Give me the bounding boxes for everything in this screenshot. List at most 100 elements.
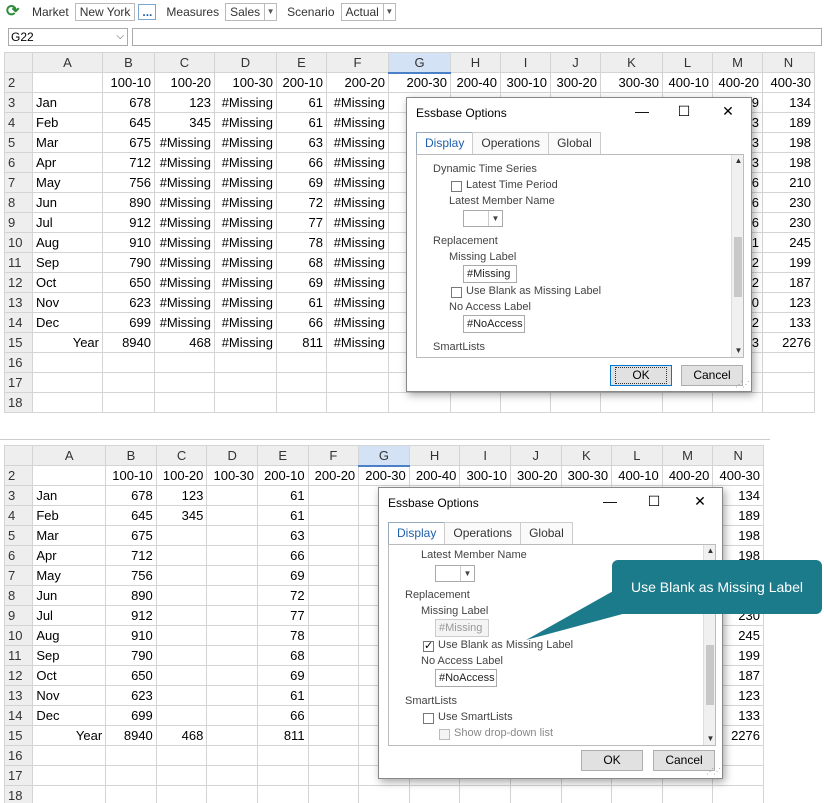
grid-cell[interactable] [276, 352, 327, 373]
grid-cell[interactable]: #Missing [154, 312, 215, 333]
grid-cell[interactable]: 61 [256, 685, 309, 706]
grid-cell[interactable]: #Missing [154, 252, 215, 273]
column-header-d[interactable]: D [206, 445, 258, 466]
refresh-icon[interactable]: ⟳ [6, 4, 22, 20]
grid-cell[interactable] [32, 465, 107, 486]
grid-cell[interactable]: 811 [256, 725, 309, 746]
grid-cell[interactable] [712, 785, 764, 803]
column-header-l[interactable]: L [662, 52, 713, 73]
row-header[interactable]: 6 [3, 545, 34, 566]
row-header[interactable]: 8 [4, 192, 33, 213]
grid-cell[interactable]: #Missing [154, 272, 215, 293]
tab-global[interactable]: Global [520, 522, 573, 544]
grid-cell[interactable]: 134 [762, 92, 815, 113]
grid-cell[interactable]: 756 [105, 565, 157, 586]
column-header-j[interactable]: J [509, 445, 562, 466]
grid-cell[interactable] [155, 765, 208, 786]
grid-cell[interactable]: 300-30 [560, 465, 613, 486]
tab-operations[interactable]: Operations [444, 522, 522, 544]
grid-cell[interactable]: 78 [276, 232, 327, 253]
grid-cell[interactable]: 66 [256, 545, 309, 566]
row-header[interactable]: 5 [3, 525, 34, 546]
grid-cell[interactable]: 645 [105, 505, 157, 526]
grid-cell[interactable] [32, 745, 107, 766]
grid-cell[interactable] [326, 352, 389, 373]
grid-cell[interactable] [326, 392, 389, 413]
grid-cell[interactable] [600, 392, 663, 413]
grid-cell[interactable]: 69 [276, 172, 327, 193]
grid-cell[interactable]: Mar [32, 525, 107, 546]
row-header[interactable]: 6 [4, 152, 33, 173]
grid-cell[interactable]: 61 [256, 485, 309, 506]
grid-cell[interactable] [155, 785, 208, 803]
grid-cell[interactable] [712, 392, 763, 413]
cancel-button[interactable]: Cancel [681, 365, 743, 386]
grid-cell[interactable] [307, 765, 360, 786]
grid-cell[interactable] [459, 785, 511, 803]
grid-cell[interactable]: 200-20 [326, 72, 389, 93]
grid-cell[interactable]: 910 [105, 625, 157, 646]
grid-cell[interactable] [102, 372, 155, 393]
column-header-h[interactable]: H [408, 445, 461, 466]
grid-cell[interactable] [105, 745, 157, 766]
column-header-m[interactable]: M [661, 445, 714, 466]
column-header-h[interactable]: H [450, 52, 501, 73]
grid-cell[interactable]: 890 [102, 192, 155, 213]
row-header[interactable]: 13 [3, 685, 34, 706]
grid-cell[interactable]: #Missing [214, 92, 277, 113]
column-header-l[interactable]: L [611, 445, 663, 466]
grid-cell[interactable]: #Missing [154, 172, 215, 193]
grid-cell[interactable] [307, 625, 360, 646]
grid-cell[interactable]: 68 [276, 252, 327, 273]
grid-cell[interactable]: 123 [155, 485, 208, 506]
corner-cell[interactable] [3, 445, 34, 466]
scroll-up-icon[interactable]: ▲ [704, 545, 715, 557]
grid-cell[interactable] [326, 372, 389, 393]
grid-cell[interactable]: 678 [102, 92, 155, 113]
grid-cell[interactable] [155, 645, 208, 666]
grid-cell[interactable] [256, 785, 309, 803]
latest-member-name-dropdown[interactable]: ▼ [435, 565, 475, 582]
grid-cell[interactable]: 675 [105, 525, 157, 546]
tab-display[interactable]: Display [388, 522, 446, 545]
grid-cell[interactable]: 675 [102, 132, 155, 153]
maximize-icon[interactable]: ☐ [645, 493, 663, 510]
row-header[interactable]: 12 [4, 272, 33, 293]
grid-cell[interactable]: 210 [762, 172, 815, 193]
missing-label-input[interactable]: #Missing [463, 265, 517, 283]
grid-cell[interactable]: 100-30 [206, 465, 258, 486]
grid-cell[interactable] [206, 785, 258, 803]
member-selector-button[interactable]: ... [138, 4, 157, 20]
grid-cell[interactable] [105, 765, 157, 786]
grid-cell[interactable]: #Missing [214, 332, 277, 353]
grid-cell[interactable]: #Missing [326, 252, 389, 273]
grid-cell[interactable] [155, 565, 208, 586]
grid-cell[interactable]: 912 [102, 212, 155, 233]
scroll-up-icon[interactable]: ▲ [732, 155, 743, 167]
grid-cell[interactable]: 912 [105, 605, 157, 626]
grid-cell[interactable]: #Missing [214, 292, 277, 313]
grid-cell[interactable] [408, 785, 461, 803]
grid-cell[interactable] [155, 665, 208, 686]
grid-cell[interactable]: 187 [762, 272, 815, 293]
row-header[interactable]: 17 [3, 765, 34, 786]
grid-cell[interactable]: 200-20 [307, 465, 360, 486]
row-header[interactable]: 3 [4, 92, 33, 113]
grid-cell[interactable] [256, 765, 309, 786]
grid-cell[interactable] [307, 525, 360, 546]
grid-cell[interactable] [307, 665, 360, 686]
grid-cell[interactable]: #Missing [214, 252, 277, 273]
grid-cell[interactable]: 200-30 [388, 72, 451, 93]
market-field[interactable]: New York [74, 3, 136, 21]
grid-cell[interactable] [214, 392, 277, 413]
grid-cell[interactable]: 230 [762, 192, 815, 213]
column-header-b[interactable]: B [105, 445, 157, 466]
grid-cell[interactable]: #Missing [154, 232, 215, 253]
grid-cell[interactable]: Feb [32, 112, 103, 133]
column-header-j[interactable]: J [550, 52, 601, 73]
grid-cell[interactable]: 756 [102, 172, 155, 193]
grid-cell[interactable]: Jul [32, 605, 107, 626]
grid-cell[interactable]: #Missing [214, 112, 277, 133]
row-header[interactable]: 8 [3, 585, 34, 606]
grid-cell[interactable] [32, 352, 103, 373]
